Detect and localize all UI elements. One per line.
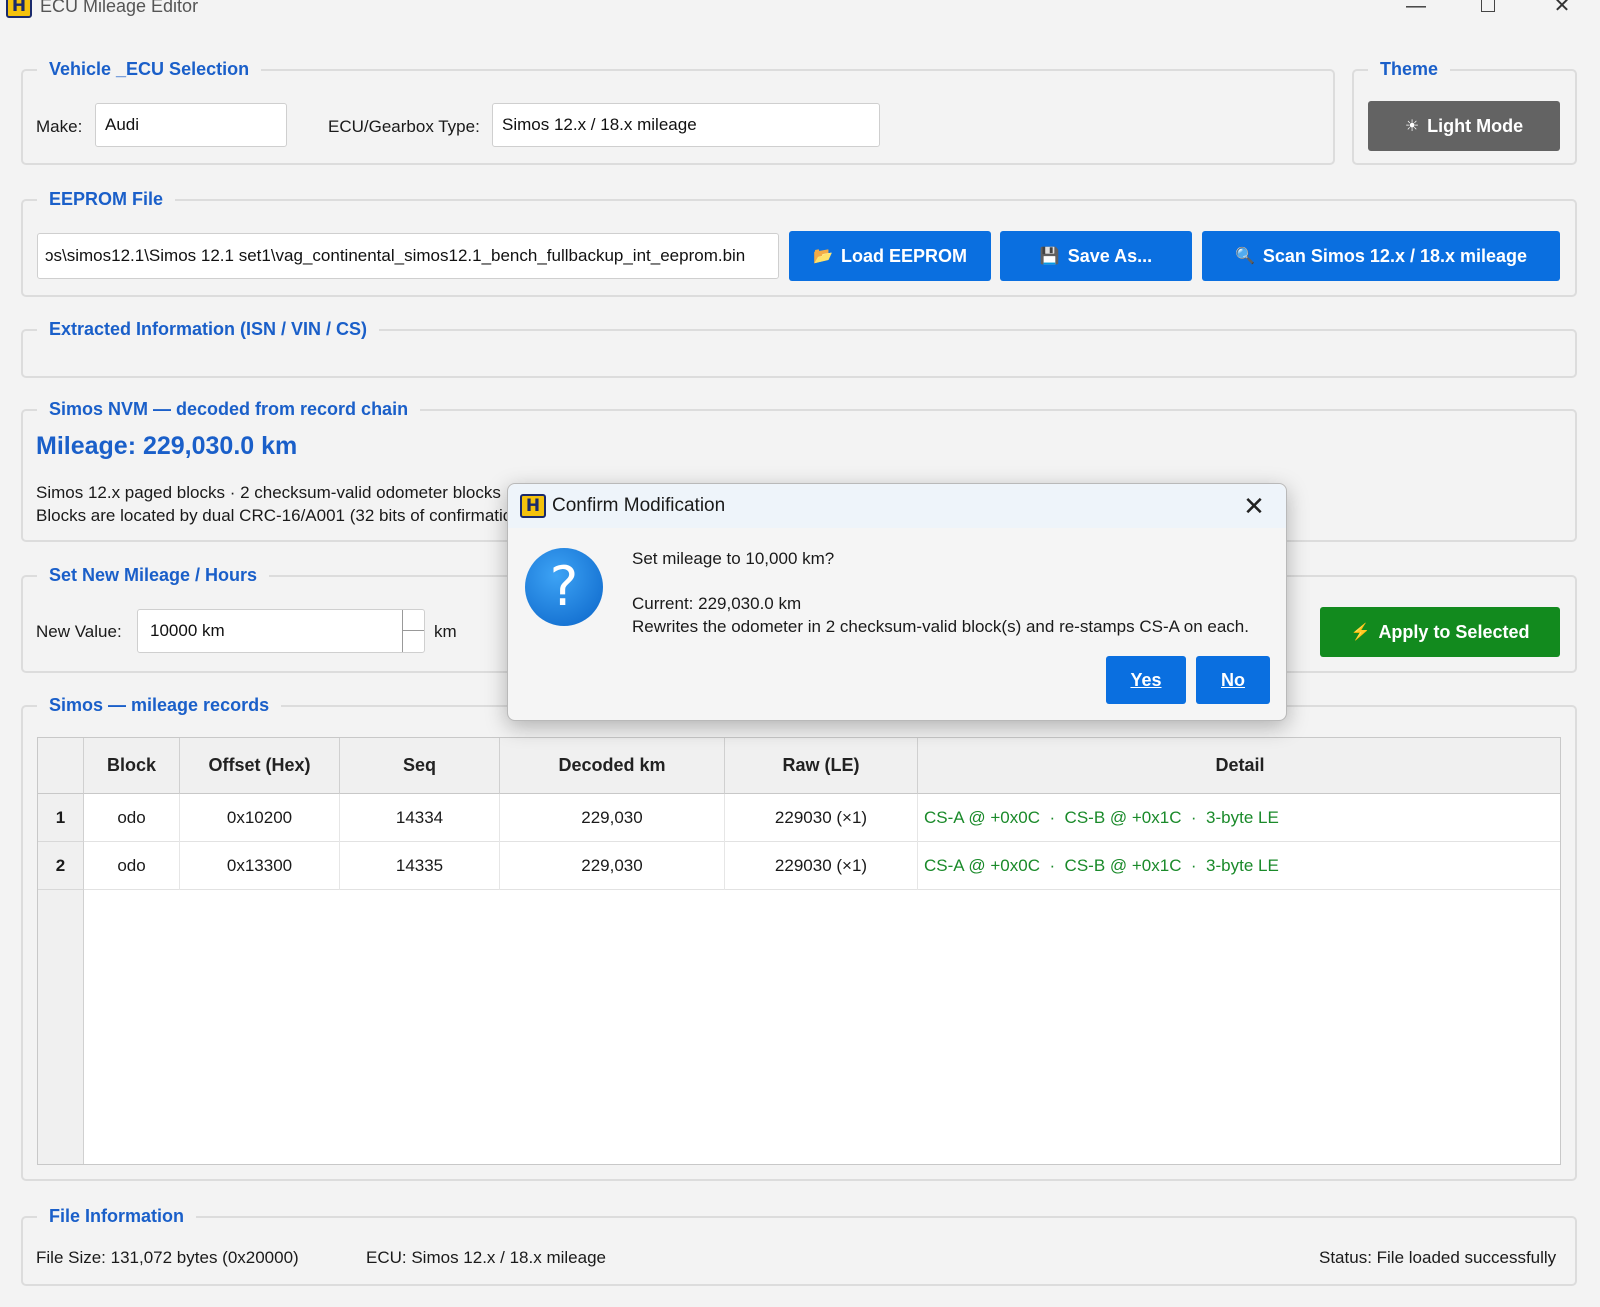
new-value-spinbox[interactable]: 10000 km [137, 609, 425, 653]
table-row[interactable]: 2 odo 0x13300 14335 229,030 229030 (×1) … [38, 842, 1560, 890]
column-header-offset[interactable]: Offset (Hex) [180, 738, 340, 794]
spin-buttons[interactable] [402, 610, 424, 652]
row-number[interactable]: 2 [38, 842, 84, 890]
cell-decoded-km[interactable]: 229,030 [500, 842, 725, 890]
cell-offset[interactable]: 0x10200 [180, 794, 340, 842]
eeprom-path-field[interactable]: ɔs\simos12.1\Simos 12.1 set1\vag_contine… [37, 233, 779, 279]
light-mode-button[interactable]: ☀ Light Mode [1368, 101, 1560, 151]
dialog-app-icon: H [520, 494, 546, 518]
column-header-decoded-km[interactable]: Decoded km [500, 738, 725, 794]
cell-block[interactable]: odo [84, 842, 180, 890]
new-value-text: 10000 km [150, 621, 225, 640]
row-number[interactable]: 1 [38, 794, 84, 842]
sun-icon: ☀ [1404, 118, 1420, 135]
nvm-info-line1: Simos 12.x paged blocks · 2 checksum-val… [36, 483, 501, 502]
dialog-detail: Rewrites the odometer in 2 checksum-vali… [632, 617, 1249, 636]
records-table[interactable]: Block Offset (Hex) Seq Decoded km Raw (L… [37, 737, 1561, 1165]
minimize-button[interactable]: — [1396, 0, 1436, 20]
column-header-block[interactable]: Block [84, 738, 180, 794]
table-row[interactable]: 1 odo 0x10200 14334 229,030 229030 (×1) … [38, 794, 1560, 842]
extracted-info-group: Extracted Information (ISN / VIN / CS) [21, 315, 1577, 378]
simos-nvm-title: Simos NVM — decoded from record chain [37, 395, 421, 423]
cell-raw-le[interactable]: 229030 (×1) [725, 842, 918, 890]
table-corner[interactable] [38, 738, 84, 794]
cell-detail[interactable]: CS-A @ +0x0C · CS-B @ +0x1C · 3-byte LE [918, 794, 1560, 842]
cell-seq[interactable]: 14335 [340, 842, 500, 890]
decoded-mileage: Mileage: 229,030.0 km [36, 432, 298, 460]
no-button[interactable]: No [1196, 656, 1270, 704]
make-label: Make: [36, 117, 83, 136]
maximize-button[interactable] [1468, 0, 1508, 20]
new-value-label: New Value: [36, 622, 122, 641]
column-header-seq[interactable]: Seq [340, 738, 500, 794]
scan-mileage-label: Scan Simos 12.x / 18.x mileage [1262, 245, 1528, 266]
dialog-question: Set mileage to 10,000 km? [632, 549, 835, 568]
app-logo-icon: H [6, 0, 32, 18]
close-window-button[interactable]: ✕ [1542, 0, 1582, 20]
dialog-titlebar: H Confirm Modification ✕ [508, 484, 1286, 528]
maximize-icon [1481, 0, 1495, 12]
yes-button[interactable]: Yes [1106, 656, 1186, 704]
nvm-info-line2: Blocks are located by dual CRC-16/A001 (… [36, 506, 528, 525]
lightning-icon: ⚡ [1350, 624, 1371, 641]
floppy-disk-icon: 💾 [1039, 248, 1060, 265]
dialog-close-button[interactable]: ✕ [1234, 488, 1274, 524]
ecu-type-label: ECU/Gearbox Type: [328, 117, 480, 136]
file-ecu-text: ECU: Simos 12.x / 18.x mileage [366, 1248, 606, 1267]
dialog-title: Confirm Modification [552, 495, 726, 516]
unit-label: km [434, 622, 457, 641]
window-title: ECU Mileage Editor [40, 0, 199, 16]
set-mileage-title: Set New Mileage / Hours [37, 561, 270, 589]
dialog-current-value: Current: 229,030.0 km [632, 594, 802, 613]
load-eeprom-label: Load EEPROM [840, 245, 967, 266]
scan-mileage-button[interactable]: 🔍 Scan Simos 12.x / 18.x mileage [1202, 231, 1560, 281]
ecu-type-field[interactable]: Simos 12.x / 18.x mileage [492, 103, 880, 147]
cell-offset[interactable]: 0x13300 [180, 842, 340, 890]
magnifier-icon: 🔍 [1234, 248, 1255, 265]
status-text: Status: File loaded successfully [1319, 1248, 1557, 1267]
vehicle-selection-title: Vehicle _ECU Selection [37, 55, 262, 83]
cell-decoded-km[interactable]: 229,030 [500, 794, 725, 842]
apply-to-selected-label: Apply to Selected [1378, 621, 1530, 642]
make-field[interactable]: Audi [95, 103, 287, 147]
light-mode-label: Light Mode [1427, 115, 1524, 136]
window-titlebar: H ECU Mileage Editor — ✕ [0, 0, 1600, 24]
cell-detail[interactable]: CS-A @ +0x0C · CS-B @ +0x1C · 3-byte LE [918, 842, 1560, 890]
theme-title: Theme [1368, 55, 1451, 83]
column-header-detail[interactable]: Detail [918, 738, 1560, 794]
load-eeprom-button[interactable]: 📂 Load EEPROM [789, 231, 991, 281]
eeprom-file-title: EEPROM File [37, 185, 176, 213]
cell-seq[interactable]: 14334 [340, 794, 500, 842]
apply-to-selected-button[interactable]: ⚡ Apply to Selected [1320, 607, 1560, 657]
save-as-label: Save As... [1067, 245, 1153, 266]
mileage-records-title: Simos — mileage records [37, 691, 282, 719]
column-header-raw-le[interactable]: Raw (LE) [725, 738, 918, 794]
extracted-info-title: Extracted Information (ISN / VIN / CS) [37, 315, 380, 343]
cell-block[interactable]: odo [84, 794, 180, 842]
file-size-text: File Size: 131,072 bytes (0x20000) [36, 1248, 299, 1267]
confirm-modification-dialog: H Confirm Modification ✕ ? Set mileage t… [507, 483, 1287, 721]
file-info-title: File Information [37, 1202, 196, 1230]
cell-raw-le[interactable]: 229030 (×1) [725, 794, 918, 842]
spin-divider [403, 630, 424, 631]
question-icon: ? [525, 548, 603, 626]
folder-icon: 📂 [813, 248, 833, 265]
save-as-button[interactable]: 💾 Save As... [1000, 231, 1192, 281]
